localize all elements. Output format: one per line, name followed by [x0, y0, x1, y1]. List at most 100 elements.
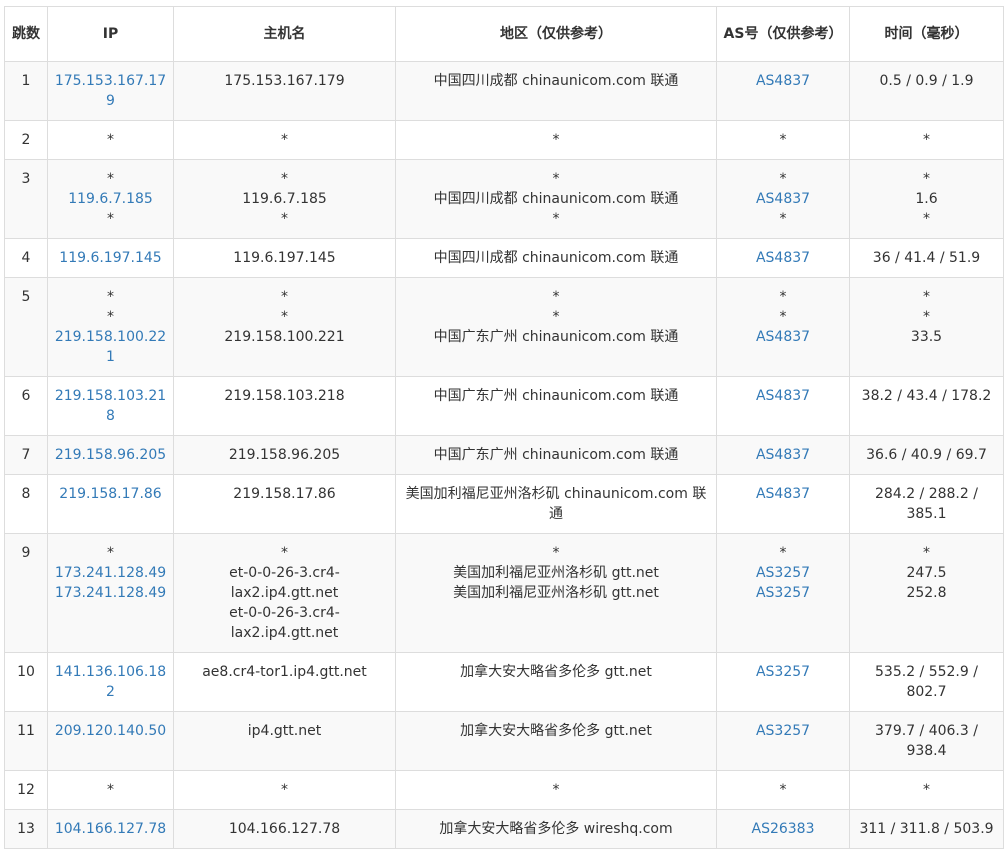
region-cell: * [395, 120, 717, 160]
ip-cell: 219.158.103.218 [47, 376, 174, 436]
region-text: 中国广东广州 chinaunicom.com 联通 [433, 447, 679, 463]
as-cell: AS3257 [716, 652, 850, 712]
region-cell: 加拿大安大略省多伦多 wireshq.com [395, 809, 717, 849]
as-link[interactable]: AS4837 [723, 189, 843, 209]
hop-cell: 9 [4, 533, 48, 653]
header-region: 地区（仅供参考） [395, 6, 717, 62]
hostname-cell: 175.153.167.179 [173, 61, 396, 121]
ip-cell: 119.6.197.145 [47, 238, 174, 278]
region-text: 中国四川成都 chinaunicom.com 联通 [433, 191, 679, 207]
time-text: 33.5 [910, 329, 943, 345]
no-response-marker: * [552, 309, 560, 325]
ip-cell: 219.158.96.205 [47, 435, 174, 475]
region-text: 美国加利福尼亚州洛杉矶 chinaunicom.com 联通 [405, 486, 707, 522]
time-cell: 0.5 / 0.9 / 1.9 [849, 61, 1004, 121]
table-row: 13 104.166.127.78 104.166.127.78 加拿大安大略省多伦多… [4, 809, 1004, 849]
no-response-marker: * [107, 782, 114, 798]
as-cell: AS4837 [716, 435, 850, 475]
no-response-marker: * [107, 545, 114, 561]
no-response-marker: * [923, 545, 930, 561]
time-text: 284.2 / 288.2 / 385.1 [875, 486, 978, 522]
ip-link[interactable]: 104.166.127.78 [54, 819, 167, 839]
as-link[interactable]: AS3257 [723, 662, 843, 682]
table-row: 10 141.136.106.182 ae8.cr4-tor1.ip4.gtt.ne… [4, 652, 1004, 712]
no-response-marker: * [107, 309, 114, 325]
no-response-marker: * [779, 289, 787, 305]
ip-link[interactable]: 173.241.128.49 [54, 563, 167, 583]
hop-cell: 1 [4, 61, 48, 121]
time-text: 535.2 / 552.9 / 802.7 [875, 664, 978, 700]
ip-link[interactable]: 219.158.100.221 [54, 327, 167, 367]
ip-cell: * [47, 770, 174, 810]
region-cell: 加拿大安大略省多伦多 gtt.net [395, 711, 717, 771]
region-cell: * * 中国广东广州 chinaunicom.com 联通 [395, 277, 717, 377]
hop-cell: 2 [4, 120, 48, 160]
as-link[interactable]: AS4837 [723, 327, 843, 347]
time-text: 0.5 / 0.9 / 1.9 [879, 73, 974, 89]
ip-link[interactable]: 119.6.7.185 [54, 189, 167, 209]
as-link[interactable]: AS4837 [723, 445, 843, 465]
hop-cell: 4 [4, 238, 48, 278]
region-cell: * 美国加利福尼亚州洛杉矶 gtt.net 美国加利福尼亚州洛杉矶 gtt.net [395, 533, 717, 653]
hop-cell: 7 [4, 435, 48, 475]
time-cell: 311 / 311.8 / 503.9 [849, 809, 1004, 849]
region-text: 美国加利福尼亚州洛杉矶 gtt.net [453, 585, 659, 601]
hop-cell: 5 [4, 277, 48, 377]
ip-cell: 209.120.140.50 [47, 711, 174, 771]
time-cell: 38.2 / 43.4 / 178.2 [849, 376, 1004, 436]
no-response-marker: * [281, 309, 288, 325]
as-cell: AS4837 [716, 376, 850, 436]
hostname-text: et-0-0-26-3.cr4-lax2.ip4.gtt.net [229, 605, 340, 641]
ip-cell: * * 219.158.100.221 [47, 277, 174, 377]
hostname-cell: ip4.gtt.net [173, 711, 396, 771]
as-link[interactable]: AS3257 [723, 563, 843, 583]
as-link[interactable]: AS4837 [723, 386, 843, 406]
hostname-cell: * et-0-0-26-3.cr4-lax2.ip4.gtt.net et-0-0-… [173, 533, 396, 653]
table-row: 11 209.120.140.50 ip4.gtt.net 加拿大安大略省多伦多 gt… [4, 711, 1004, 771]
ip-link[interactable]: 119.6.197.145 [54, 248, 167, 268]
table-row: 9 * 173.241.128.49 173.241.128.49 * et-0-0-26… [4, 533, 1004, 653]
no-response-marker: * [281, 211, 288, 227]
as-cell: * AS3257 AS3257 [716, 533, 850, 653]
no-response-marker: * [552, 289, 560, 305]
ip-link[interactable]: 175.153.167.179 [54, 71, 167, 111]
no-response-marker: * [779, 782, 787, 798]
table-header-row: 跳数 IP 主机名 地区（仅供参考） AS号（仅供参考） 时间（毫秒） [4, 6, 1004, 62]
ip-link[interactable]: 219.158.17.86 [54, 484, 167, 504]
as-link[interactable]: AS3257 [723, 721, 843, 741]
ip-link[interactable]: 209.120.140.50 [54, 721, 167, 741]
no-response-marker: * [779, 211, 787, 227]
region-text: 中国四川成都 chinaunicom.com 联通 [433, 250, 679, 266]
region-cell: 中国四川成都 chinaunicom.com 联通 [395, 61, 717, 121]
hostname-text: 219.158.103.218 [224, 388, 345, 404]
ip-link[interactable]: 219.158.96.205 [54, 445, 167, 465]
as-link[interactable]: AS3257 [723, 583, 843, 603]
no-response-marker: * [281, 545, 288, 561]
as-cell: AS3257 [716, 711, 850, 771]
region-cell: 中国广东广州 chinaunicom.com 联通 [395, 435, 717, 475]
hostname-text: 219.158.17.86 [233, 486, 336, 502]
ip-link[interactable]: 219.158.103.218 [54, 386, 167, 426]
hostname-text: 119.6.7.185 [242, 191, 327, 207]
no-response-marker: * [281, 782, 288, 798]
as-cell: * AS4837 * [716, 159, 850, 239]
as-cell: AS26383 [716, 809, 850, 849]
as-link[interactable]: AS26383 [723, 819, 843, 839]
no-response-marker: * [923, 132, 930, 148]
ip-link[interactable]: 141.136.106.182 [54, 662, 167, 702]
hostname-cell: 119.6.197.145 [173, 238, 396, 278]
hostname-cell: * * 219.158.100.221 [173, 277, 396, 377]
hostname-text: 175.153.167.179 [224, 73, 345, 89]
time-cell: 535.2 / 552.9 / 802.7 [849, 652, 1004, 712]
as-link[interactable]: AS4837 [723, 484, 843, 504]
as-link[interactable]: AS4837 [723, 71, 843, 91]
hostname-cell: 219.158.17.86 [173, 474, 396, 534]
ip-link[interactable]: 173.241.128.49 [54, 583, 167, 603]
header-hostname: 主机名 [173, 6, 396, 62]
table-row: 1 175.153.167.179 175.153.167.179 中国四川成都 ch… [4, 61, 1004, 121]
as-cell: * [716, 120, 850, 160]
hostname-text: 219.158.100.221 [224, 329, 345, 345]
region-cell: 中国四川成都 chinaunicom.com 联通 [395, 238, 717, 278]
table-row: 12 * * * * * [4, 770, 1004, 810]
as-link[interactable]: AS4837 [723, 248, 843, 268]
